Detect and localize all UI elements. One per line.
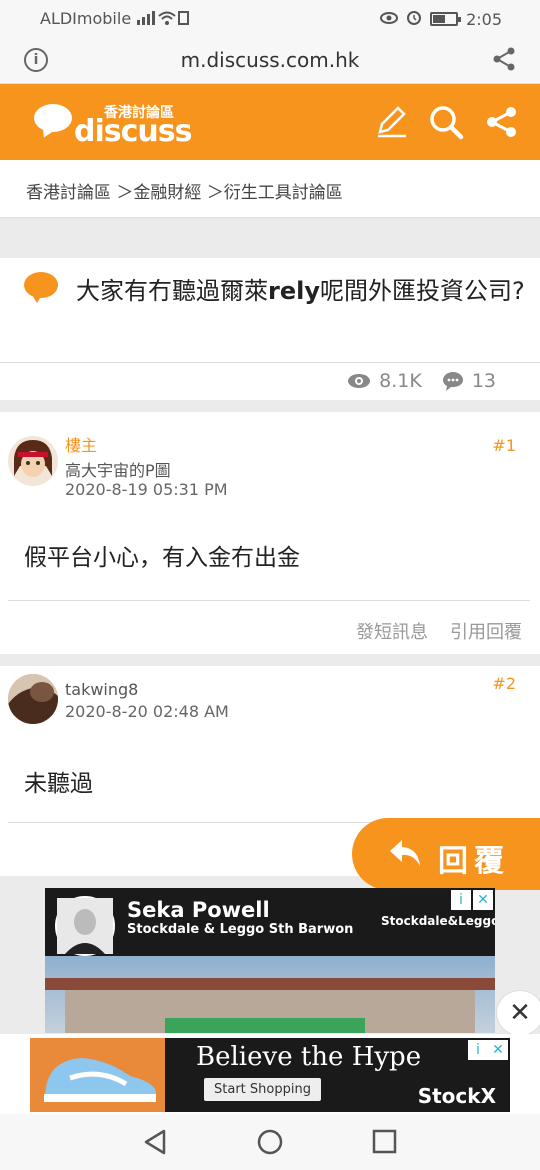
ad-sneaker-image xyxy=(30,1038,165,1112)
send-message-button[interactable]: 發短訊息 xyxy=(356,618,428,644)
breadcrumb[interactable]: 香港討論區 ＞金融財經 ＞衍生工具討論區 xyxy=(0,160,540,218)
avatar[interactable] xyxy=(8,674,58,724)
ad-headline: Believe the Hype xyxy=(196,1042,422,1072)
post-date: 2020-8-20 02:48 AM xyxy=(65,702,229,721)
divider xyxy=(8,600,530,601)
ad-agent-name: Seka Powell xyxy=(127,898,270,922)
thread-title: 大家有冇聽過爾萊rely呢間外匯投資公司? xyxy=(76,277,525,305)
thread-header: 大家有冇聽過爾萊rely呢間外匯投資公司? 8.1K 13 xyxy=(0,258,540,400)
post-actions: 發短訊息 引用回覆 xyxy=(356,618,522,644)
ad-info-icon[interactable]: i xyxy=(451,890,471,910)
clock-time: 2:05 xyxy=(466,9,502,29)
views-eye-icon xyxy=(348,374,371,388)
replies-count: 13 xyxy=(471,370,496,392)
post-number[interactable]: #1 xyxy=(492,436,516,455)
signal-wifi-icons xyxy=(137,10,189,30)
browser-url-bar: i m.discuss.com.hk xyxy=(0,36,540,84)
ad-banner-realestate[interactable]: Seka Powell Stockdale & Leggo Sth Barwon… xyxy=(45,888,495,1033)
status-bar: ALDImobile 2:05 xyxy=(0,0,540,36)
avatar[interactable] xyxy=(8,436,58,486)
comment-icon xyxy=(442,372,463,391)
quote-reply-button[interactable]: 引用回覆 xyxy=(450,618,522,644)
recents-icon[interactable] xyxy=(372,1129,398,1159)
post-author[interactable]: takwing8 xyxy=(65,680,138,699)
battery-icon xyxy=(430,12,462,26)
logo-wordmark: discuss xyxy=(74,114,192,149)
discuss-logo[interactable]: 香港討論區 discuss xyxy=(34,100,192,149)
site-header: 香港討論區 discuss xyxy=(0,84,540,160)
ad-stockx-logo: StockX xyxy=(417,1084,496,1108)
back-icon[interactable] xyxy=(142,1128,168,1160)
ad-close-icon[interactable]: ✕ xyxy=(473,890,493,910)
search-icon[interactable] xyxy=(428,104,464,140)
ad-cta-button[interactable]: Start Shopping xyxy=(204,1078,321,1101)
carrier-label: ALDImobile xyxy=(40,9,132,28)
post-1: 樓主 高大宇宙的P圖 2020-8-19 05:31 PM #1 假平台小心，有… xyxy=(0,412,540,654)
post-author[interactable]: 樓主 xyxy=(65,432,97,456)
reply-label: 回覆 xyxy=(438,844,510,879)
ad-close-icon[interactable]: ✕ xyxy=(488,1040,508,1060)
post-number[interactable]: #2 xyxy=(492,674,516,693)
ad-info-icon[interactable]: i xyxy=(468,1040,488,1060)
views-count: 8.1K xyxy=(379,370,422,392)
url-text[interactable]: m.discuss.com.hk xyxy=(0,48,540,72)
post-body: 假平台小心，有入金冇出金 xyxy=(24,545,300,571)
logo-bubble-icon xyxy=(34,104,72,132)
ad-banner-stockx[interactable]: Believe the Hype Start Shopping StockX i… xyxy=(30,1038,510,1112)
close-ad-button[interactable]: ✕ xyxy=(496,990,540,1036)
system-nav-bar xyxy=(0,1114,540,1170)
ad-house-image xyxy=(45,956,495,1033)
home-icon[interactable] xyxy=(256,1128,284,1160)
share-icon[interactable] xyxy=(492,46,516,76)
thread-stats: 8.1K 13 xyxy=(347,370,496,392)
alarm-icon xyxy=(406,9,422,29)
post-author-title: 高大宇宙的P圖 xyxy=(65,461,171,480)
reply-arrow-icon xyxy=(388,838,422,876)
share-icon[interactable] xyxy=(484,104,520,140)
ad-brand-logo: Stockdale&Leggo xyxy=(381,914,495,928)
pencil-icon[interactable] xyxy=(374,104,410,140)
post-date: 2020-8-19 05:31 PM xyxy=(65,480,228,499)
reply-button[interactable]: 回覆 xyxy=(352,818,540,890)
agent-photo xyxy=(55,896,115,956)
ad-agency: Stockdale & Leggo Sth Barwon xyxy=(127,922,354,937)
eye-icon xyxy=(380,10,399,29)
post-body: 未聽過 xyxy=(24,771,93,797)
divider xyxy=(0,362,540,363)
